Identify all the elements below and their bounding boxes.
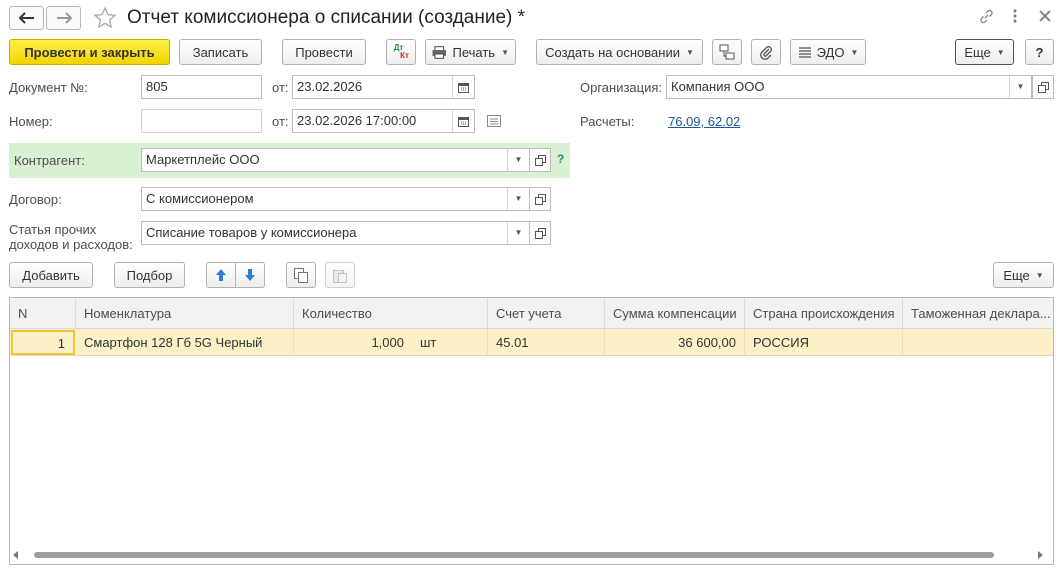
paste-rows-button[interactable]: [325, 262, 355, 288]
column-header-amount[interactable]: Сумма компенсации: [605, 298, 745, 329]
doc-number-field[interactable]: 805: [141, 75, 262, 99]
move-up-button[interactable]: [206, 262, 236, 288]
item-cell[interactable]: Смартфон 128 Гб 5G Черный: [76, 329, 294, 356]
number-datetime-field[interactable]: 23.02.2026 17:00:00: [292, 109, 475, 133]
country-cell[interactable]: РОССИЯ: [745, 329, 903, 356]
organization-field[interactable]: Компания ООО ▼: [666, 75, 1032, 99]
doc-date-field[interactable]: 23.02.2026: [292, 75, 475, 99]
more-button[interactable]: Еще ▼: [955, 39, 1014, 65]
table-row[interactable]: 1 Смартфон 128 Гб 5G Черный 1,000 шт 45.…: [10, 329, 1053, 356]
chevron-down-icon: ▼: [501, 47, 509, 57]
doc-date-label: от:: [272, 80, 289, 95]
save-button[interactable]: Записать: [179, 39, 262, 65]
select-button[interactable]: Подбор: [114, 262, 185, 288]
print-button[interactable]: Печать ▼: [425, 39, 516, 65]
printer-icon: [432, 45, 447, 59]
scroll-right-icon[interactable]: [1036, 551, 1044, 559]
counterparty-field[interactable]: Маркетплейс ООО ▼: [141, 148, 530, 172]
document-structure-icon: [719, 44, 735, 60]
settlements-link[interactable]: 76.09, 62.02: [668, 114, 740, 129]
open-form-icon: [534, 154, 546, 166]
contract-field[interactable]: С комиссионером ▼: [141, 187, 530, 211]
add-row-button[interactable]: Добавить: [9, 262, 93, 288]
help-button[interactable]: ?: [1025, 39, 1054, 65]
counterparty-label: Контрагент:: [14, 153, 85, 168]
expense-item-label: Статья прочих доходов и расходов:: [9, 222, 133, 252]
paste-icon: [333, 269, 347, 283]
link-icon[interactable]: [978, 8, 995, 28]
scroll-left-icon[interactable]: [12, 551, 20, 559]
items-table[interactable]: N Номенклатура Количество Счет учета Сум…: [9, 297, 1054, 565]
number-label: Номер:: [9, 114, 53, 129]
expense-item-field[interactable]: Списание товаров у комиссионера ▼: [141, 221, 530, 245]
settlements-label: Расчеты:: [580, 114, 635, 129]
contract-label: Договор:: [9, 192, 62, 207]
post-button[interactable]: Провести: [282, 39, 366, 65]
create-based-on-button[interactable]: Создать на основании ▼: [536, 39, 703, 65]
open-form-icon: [534, 227, 546, 239]
column-header-item[interactable]: Номенклатура: [76, 298, 294, 329]
doc-number-label: Документ №:: [9, 80, 88, 95]
number-field[interactable]: [141, 109, 262, 133]
page-title: Отчет комиссионера о списании (создание)…: [127, 7, 526, 28]
open-form-icon: [1037, 81, 1049, 93]
unit-cell[interactable]: шт: [412, 329, 488, 356]
move-down-button[interactable]: [235, 262, 265, 288]
column-header-quantity[interactable]: Количество: [294, 298, 488, 329]
forward-button[interactable]: [46, 6, 81, 30]
counterparty-help-icon[interactable]: ?: [557, 152, 564, 166]
attachments-button[interactable]: [751, 39, 781, 65]
paperclip-icon: [760, 46, 772, 60]
favorite-star-icon[interactable]: [93, 6, 117, 33]
chevron-down-icon: ▼: [850, 47, 859, 57]
customs-cell[interactable]: [903, 329, 1053, 356]
arrow-down-icon: [245, 269, 255, 281]
comment-lines-icon[interactable]: [487, 115, 501, 130]
arrow-left-icon: [18, 12, 34, 24]
open-organization-button[interactable]: [1032, 75, 1054, 99]
chevron-down-icon[interactable]: ▼: [507, 222, 529, 244]
chevron-down-icon[interactable]: ▼: [507, 188, 529, 210]
edo-button[interactable]: ЭДО ▼: [790, 39, 866, 65]
column-header-account[interactable]: Счет учета: [488, 298, 605, 329]
dt-kt-button[interactable]: Дт Кт: [386, 39, 416, 65]
dt-kt-icon: Дт Кт: [393, 43, 409, 60]
table-more-button[interactable]: Еще ▼: [993, 262, 1054, 288]
chevron-down-icon[interactable]: ▼: [507, 149, 529, 171]
chevron-down-icon[interactable]: ▼: [1009, 76, 1031, 98]
column-header-country[interactable]: Страна происхождения: [745, 298, 903, 329]
open-form-icon: [534, 193, 546, 205]
scrollbar-thumb[interactable]: [34, 552, 994, 558]
copy-icon: [294, 267, 308, 283]
quantity-cell[interactable]: 1,000: [294, 329, 412, 356]
edo-icon: [798, 46, 811, 58]
table-header: N Номенклатура Количество Счет учета Сум…: [10, 298, 1053, 329]
chevron-down-icon: ▼: [996, 47, 1005, 57]
open-counterparty-button[interactable]: [529, 148, 551, 172]
calendar-icon[interactable]: [452, 110, 474, 132]
chevron-down-icon: ▼: [685, 47, 694, 57]
structure-button[interactable]: [712, 39, 742, 65]
chevron-down-icon: ▼: [1035, 270, 1044, 280]
organization-label: Организация:: [580, 80, 663, 95]
close-icon[interactable]: [1038, 9, 1052, 26]
number-date-label: от:: [272, 114, 289, 129]
copy-rows-button[interactable]: [286, 262, 316, 288]
row-number-cell[interactable]: 1: [11, 330, 75, 355]
open-expense-item-button[interactable]: [529, 221, 551, 245]
kebab-menu-icon[interactable]: [1010, 8, 1020, 27]
column-header-n[interactable]: N: [10, 298, 76, 329]
post-and-close-button[interactable]: Провести и закрыть: [9, 39, 170, 65]
calendar-icon[interactable]: [452, 76, 474, 98]
arrow-right-icon: [56, 12, 72, 24]
open-contract-button[interactable]: [529, 187, 551, 211]
back-button[interactable]: [9, 6, 44, 30]
amount-cell[interactable]: 36 600,00: [605, 329, 745, 356]
account-cell[interactable]: 45.01: [488, 329, 605, 356]
column-header-customs[interactable]: Таможенная деклара...: [903, 298, 1053, 329]
arrow-up-icon: [216, 269, 226, 281]
horizontal-scrollbar[interactable]: [12, 549, 1052, 561]
